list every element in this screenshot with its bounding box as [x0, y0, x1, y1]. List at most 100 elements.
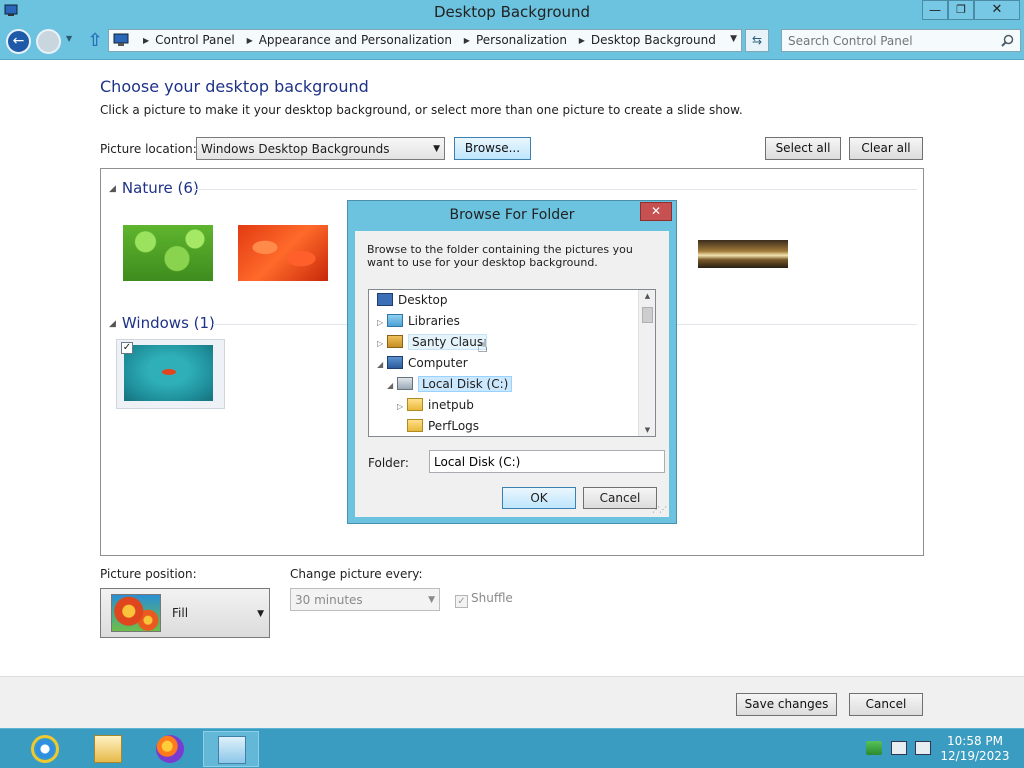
thumbnail-nature-6[interactable] [698, 240, 788, 268]
minimize-button[interactable]: — [922, 0, 948, 20]
scrollbar-thumb[interactable] [642, 307, 653, 323]
search-input[interactable] [788, 33, 993, 48]
windows-wallpaper-image [124, 345, 213, 401]
chevron-right-icon: ▶ [246, 36, 253, 45]
taskbar-firefox[interactable] [142, 731, 198, 767]
tree-item-inetpub[interactable]: ▷ inetpub [397, 395, 474, 415]
collapse-triangle-icon: ◢ [109, 184, 116, 194]
up-arrow-icon[interactable]: ⇧ [86, 30, 104, 52]
picture-location-label: Picture location: [100, 142, 197, 156]
fish-image [162, 369, 176, 375]
network-tray-icon[interactable] [866, 741, 882, 755]
tree-item-desktop[interactable]: Desktop [377, 290, 448, 310]
firefox-icon [156, 735, 184, 763]
cancel-button[interactable]: Cancel [849, 693, 923, 716]
back-button[interactable]: ← [6, 29, 31, 54]
search-box[interactable] [781, 29, 1021, 52]
dialog-close-button[interactable]: ✕ [640, 202, 672, 221]
expand-arrow-icon[interactable]: ▷ [377, 334, 387, 354]
tree-item-perflogs[interactable]: PerfLogs [407, 416, 479, 436]
taskbar: 10:58 PM 12/19/2023 [0, 728, 1024, 768]
tree-item-label: inetpub [428, 398, 474, 412]
picture-position-select[interactable]: Fill ▼ [100, 588, 270, 638]
forward-button[interactable] [36, 29, 61, 54]
page-title: Choose your desktop background [100, 77, 369, 96]
chevron-right-icon: ▶ [578, 36, 585, 45]
select-all-button[interactable]: Select all [765, 137, 841, 160]
breadcrumb: ▶ Control Panel ▶ Appearance and Personali… [135, 33, 716, 47]
search-icon[interactable] [1001, 34, 1014, 47]
scroll-down-arrow-icon[interactable]: ▼ [639, 426, 655, 434]
collapse-arrow-icon[interactable]: ◢ [377, 355, 387, 375]
tree-item-santy-claus[interactable]: ▷ Santy Claus [377, 332, 488, 354]
group-header-nature[interactable]: ◢ Nature (6) [109, 179, 199, 197]
shuffle-check-icon: ✓ [455, 595, 468, 608]
taskbar-control-panel[interactable] [203, 731, 259, 767]
user-folder-icon [387, 335, 403, 348]
breadcrumb-appearance[interactable]: Appearance and Personalization [259, 33, 452, 47]
address-dropdown-icon[interactable]: ▼ [730, 34, 737, 44]
change-picture-label: Change picture every: [290, 567, 423, 581]
expand-arrow-icon[interactable]: ▷ [377, 313, 387, 333]
folder-icon [407, 398, 423, 411]
hard-disk-icon [397, 377, 413, 390]
refresh-button[interactable]: ⇆ [745, 29, 769, 52]
picture-position-label: Picture position: [100, 567, 197, 581]
footer-bar: Save changes Cancel [0, 676, 1024, 728]
file-explorer-icon [94, 735, 122, 763]
shuffle-checkbox: ✓ Shuffle [455, 591, 513, 608]
dialog-title: Browse For Folder [449, 207, 575, 223]
navigation-bar: ← ▼ ⇧ ▶ Control Panel ▶ Appearance and Per… [0, 24, 1024, 60]
control-panel-icon [218, 736, 246, 764]
scroll-up-arrow-icon[interactable]: ▲ [639, 292, 655, 300]
action-center-tray-icon[interactable] [891, 741, 907, 755]
tree-item-label: PerfLogs [428, 419, 480, 433]
tree-scrollbar[interactable]: ▲ ▼ [638, 290, 655, 436]
tree-item-local-disk[interactable]: ◢ Local Disk (C:) [387, 374, 513, 396]
collapse-arrow-icon[interactable]: ◢ [387, 376, 397, 396]
folder-input[interactable] [429, 450, 665, 473]
taskbar-internet-explorer[interactable] [17, 731, 73, 767]
breadcrumb-desktop-background[interactable]: Desktop Background [591, 33, 716, 47]
desktop-background-window: Desktop Background — ❐ ✕ ← ▼ ⇧ ▶ Control … [0, 0, 1024, 728]
clock-time: 10:58 PM [947, 734, 1003, 748]
thumbnail-nature-1[interactable] [123, 225, 213, 281]
tree-item-label: Santy Claus [408, 334, 488, 350]
collapse-triangle-icon: ◢ [109, 319, 116, 329]
thumbnail-nature-2[interactable] [238, 225, 328, 281]
save-changes-button[interactable]: Save changes [736, 693, 837, 716]
page-description: Click a picture to make it your desktop … [100, 103, 743, 117]
tree-item-libraries[interactable]: ▷ Libraries [377, 311, 460, 331]
thumbnail-windows-1[interactable]: ✓ [116, 339, 225, 409]
restore-button[interactable]: ❐ [948, 0, 974, 20]
group-header-windows[interactable]: ◢ Windows (1) [109, 314, 215, 332]
group-divider [193, 189, 917, 190]
close-button[interactable]: ✕ [974, 0, 1020, 20]
expand-arrow-icon[interactable]: ▷ [397, 397, 407, 417]
browse-button[interactable]: Browse... [454, 137, 531, 160]
clear-all-button[interactable]: Clear all [849, 137, 923, 160]
breadcrumb-control-panel[interactable]: Control Panel [155, 33, 235, 47]
dialog-body: Browse to the folder containing the pict… [355, 231, 669, 517]
dialog-ok-button[interactable]: OK [502, 487, 576, 509]
control-panel-icon [113, 33, 129, 46]
breadcrumb-personalization[interactable]: Personalization [476, 33, 567, 47]
hand-cursor-icon: ☝ [477, 336, 488, 357]
recent-pages-dropdown-icon[interactable]: ▼ [66, 34, 72, 43]
thumbnail-checkbox[interactable]: ✓ [121, 342, 133, 354]
taskbar-file-explorer[interactable] [80, 731, 136, 767]
address-bar[interactable]: ▶ Control Panel ▶ Appearance and Personali… [108, 29, 742, 52]
dialog-cancel-button[interactable]: Cancel [583, 487, 657, 509]
volume-muted-tray-icon[interactable] [915, 741, 931, 755]
tree-item-computer[interactable]: ◢ Computer [377, 353, 468, 373]
clock[interactable]: 10:58 PM 12/19/2023 [940, 734, 1010, 764]
tree-item-label: Desktop [398, 293, 448, 307]
dialog-description: Browse to the folder containing the pict… [367, 243, 633, 269]
resize-grip-icon[interactable]: ⋰⋰ [652, 505, 667, 514]
window-title: Desktop Background [433, 3, 591, 21]
chevron-right-icon: ▶ [143, 36, 150, 45]
picture-location-select[interactable]: Windows Desktop Backgrounds ▼ [196, 137, 445, 160]
clock-date: 12/19/2023 [940, 749, 1010, 763]
computer-icon [387, 356, 403, 369]
folder-tree[interactable]: Desktop ▷ Libraries ▷ Santy Claus ◢ Compute… [368, 289, 656, 437]
